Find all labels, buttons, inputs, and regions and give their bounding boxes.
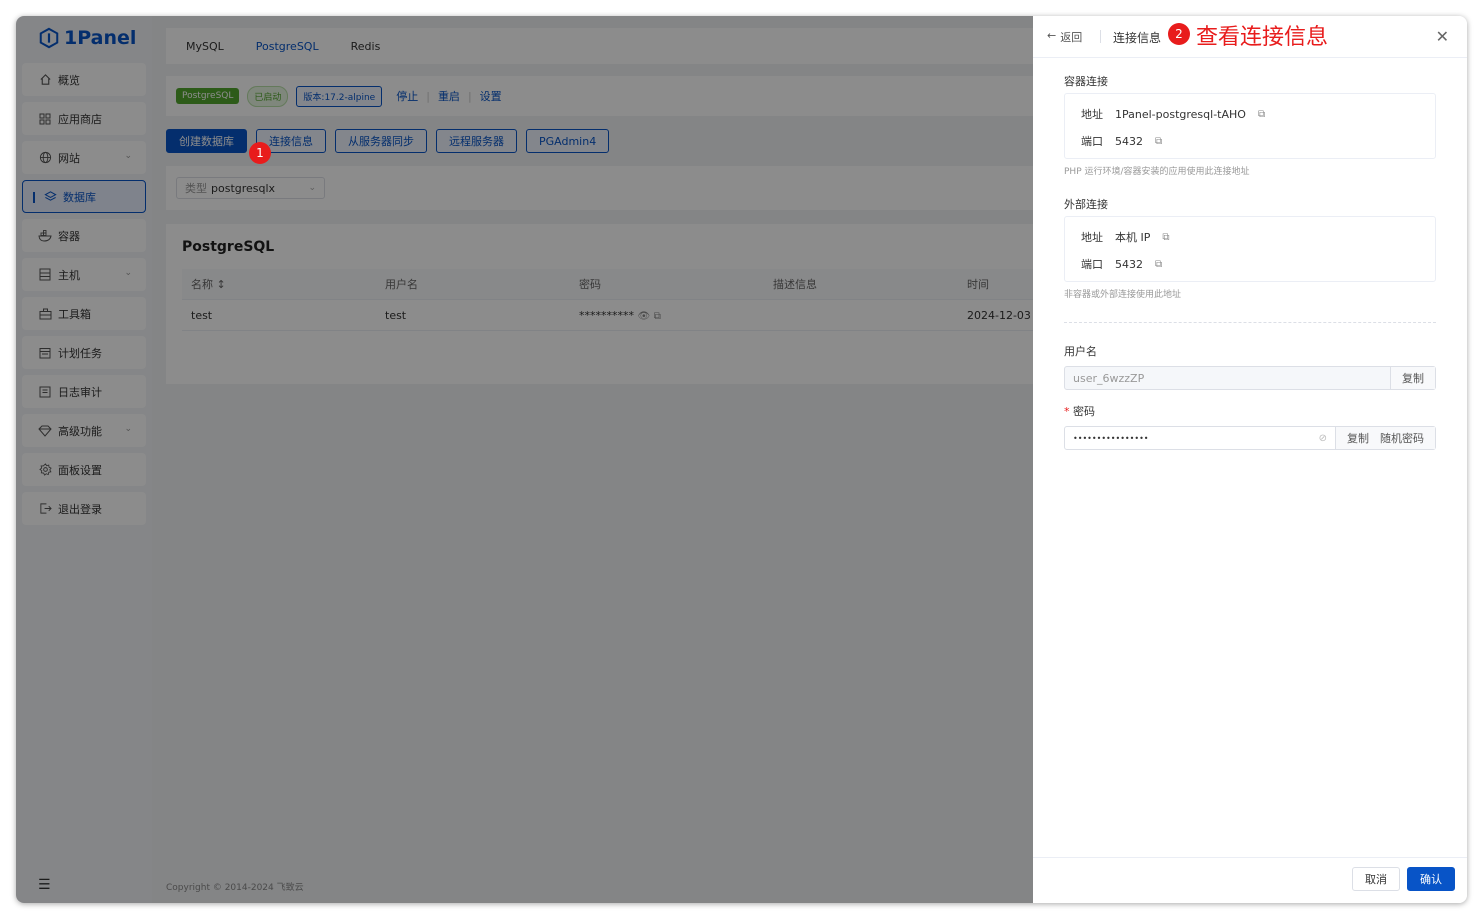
drawer-footer: 取消 确认	[1033, 857, 1467, 903]
drawer-title: 连接信息	[1113, 31, 1162, 45]
copy-icon[interactable]: ⧉	[1155, 259, 1162, 270]
confirm-button[interactable]: 确认	[1407, 867, 1455, 891]
annotation-badge-2: 2	[1168, 23, 1190, 45]
arrow-left-icon: ←	[1047, 29, 1057, 42]
modal-overlay[interactable]	[16, 16, 1033, 903]
cancel-button[interactable]: 取消	[1352, 867, 1400, 891]
port-value: 5432	[1115, 257, 1143, 271]
external-port-row: 端口 5432 ⧉	[1081, 256, 1162, 272]
username-label: 用户名	[1064, 345, 1097, 358]
external-hint: 非容器或外部连接使用此地址	[1064, 290, 1182, 300]
container-port-row: 端口 5432 ⧉	[1081, 133, 1162, 149]
app-window: 1Panel 概览 应用商店 网站 ⌄ 数据库 容器 主机 ⌄ 工具箱 计划任务…	[16, 16, 1467, 903]
close-icon[interactable]: ✕	[1436, 27, 1449, 46]
eye-off-icon[interactable]: ⊘	[1319, 433, 1335, 444]
copy-icon[interactable]: ⧉	[1258, 109, 1265, 120]
password-label: * 密码	[1064, 403, 1095, 419]
container-connection-box: 地址 1Panel-postgresql-tAHO ⧉ 端口 5432 ⧉	[1064, 93, 1436, 159]
port-value: 5432	[1115, 134, 1143, 148]
container-address-row: 地址 1Panel-postgresql-tAHO ⧉	[1081, 106, 1265, 122]
address-value: 本机 IP	[1115, 231, 1151, 244]
address-label: 地址	[1081, 231, 1103, 244]
back-label: 返回	[1060, 31, 1083, 44]
back-button[interactable]: ← 返回	[1047, 29, 1082, 45]
required-mark: *	[1064, 405, 1070, 418]
port-label: 端口	[1081, 135, 1103, 148]
connection-info-drawer: ← 返回 连接信息 ✕ 容器连接 地址 1Panel-postgresql-tA…	[1033, 16, 1467, 903]
annotation-badge-1: 1	[249, 142, 271, 164]
copy-icon[interactable]: ⧉	[1162, 232, 1169, 243]
copy-icon[interactable]: ⧉	[1155, 136, 1162, 147]
external-connection-label: 外部连接	[1064, 198, 1108, 211]
container-hint: PHP 运行环境/容器安装的应用使用此连接地址	[1064, 167, 1250, 177]
copy-password-button[interactable]: 复制	[1335, 427, 1380, 449]
address-value: 1Panel-postgresql-tAHO	[1115, 107, 1246, 121]
divider	[1100, 30, 1101, 43]
external-connection-box: 地址 本机 IP ⧉ 端口 5432 ⧉	[1064, 216, 1436, 282]
username-field[interactable]: user_6wzzZP 复制	[1064, 366, 1436, 390]
external-address-row: 地址 本机 IP ⧉	[1081, 229, 1170, 245]
address-label: 地址	[1081, 108, 1103, 121]
annotation-callout: 查看连接信息	[1196, 25, 1329, 50]
container-connection-label: 容器连接	[1064, 75, 1108, 88]
copy-username-button[interactable]: 复制	[1390, 367, 1435, 389]
random-password-button[interactable]: 随机密码	[1380, 427, 1435, 449]
password-field[interactable]: •••••••••••••••• ⊘ 复制 随机密码	[1064, 426, 1436, 450]
password-label-text: 密码	[1073, 405, 1095, 418]
divider	[1064, 322, 1436, 323]
username-value: user_6wzzZP	[1073, 371, 1145, 385]
port-label: 端口	[1081, 258, 1103, 271]
password-value: ••••••••••••••••	[1073, 433, 1149, 443]
